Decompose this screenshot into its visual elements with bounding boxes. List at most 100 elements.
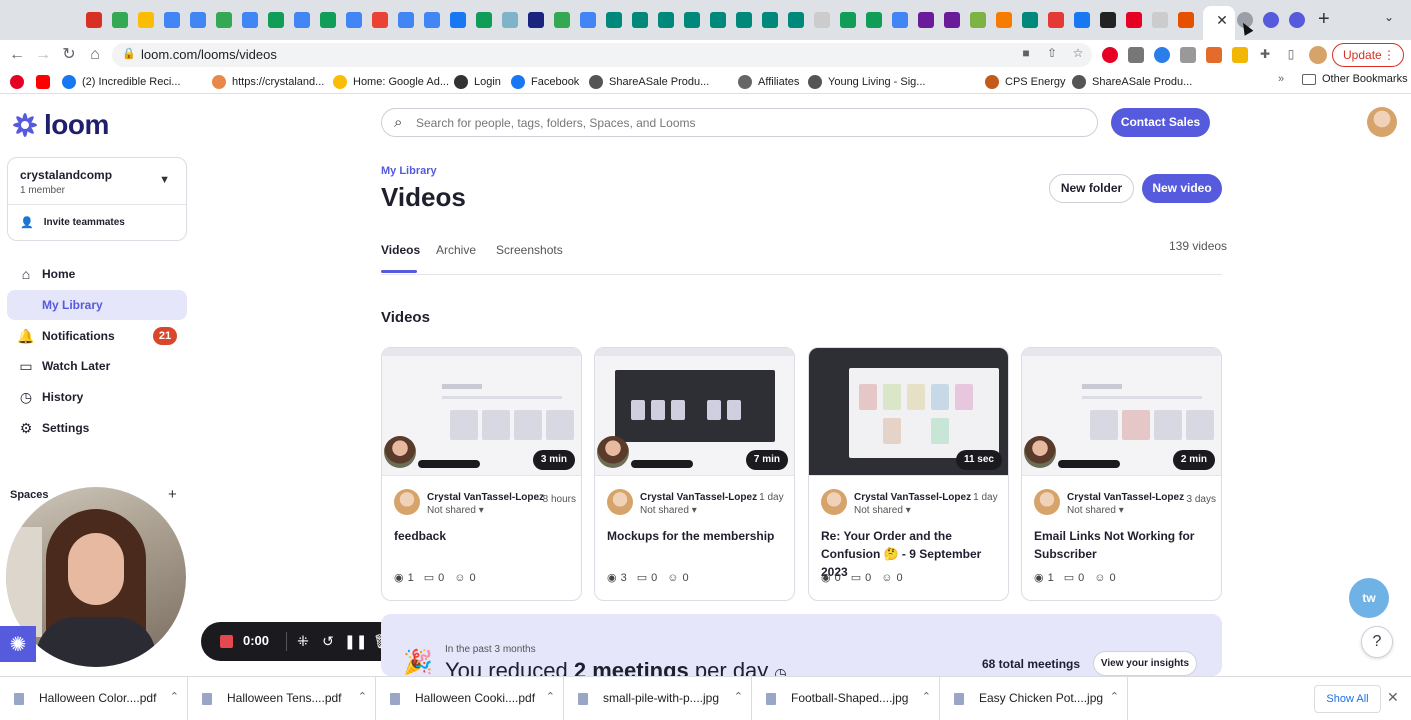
- address-bar[interactable]: 🔒 loom.com/looms/videos: [112, 43, 1092, 67]
- pinterest-bookmark-icon[interactable]: [10, 73, 30, 91]
- tab-favicon-icon[interactable]: [1152, 12, 1168, 28]
- restart-icon[interactable]: ↺: [318, 631, 338, 651]
- tab-favicon-icon[interactable]: [190, 12, 206, 28]
- youtube-bookmark-icon[interactable]: [36, 73, 56, 91]
- bookmark-item[interactable]: (2) Incredible Reci...: [62, 73, 180, 91]
- search-input[interactable]: [416, 113, 1076, 133]
- chevron-up-icon[interactable]: ⌃: [734, 690, 743, 703]
- tab-favicon-icon[interactable]: [320, 12, 336, 28]
- tab-favicon-icon[interactable]: [840, 12, 856, 28]
- tab-favicon-icon[interactable]: [216, 12, 232, 28]
- stop-recording-button[interactable]: [220, 635, 233, 648]
- sidebar-item-settings[interactable]: ⚙ Settings: [7, 413, 187, 443]
- tab-favicon-icon[interactable]: [138, 12, 154, 28]
- chevron-up-icon[interactable]: ⌃: [922, 690, 931, 703]
- video-card[interactable]: 7 min Crystal VanTassel-Lopez · 1 day No…: [594, 347, 795, 601]
- tab-archive[interactable]: Archive: [436, 243, 476, 257]
- tab-favicon-icon[interactable]: [1178, 12, 1194, 28]
- tab-search-chevron-icon[interactable]: ⌄: [1384, 10, 1394, 24]
- bookmark-item[interactable]: CPS Energy: [985, 73, 1066, 91]
- sidepanel-icon[interactable]: ▯: [1283, 46, 1299, 62]
- chevron-up-icon[interactable]: ⌃: [546, 690, 555, 703]
- drag-grid-icon[interactable]: ⁜: [293, 631, 313, 651]
- share-icon[interactable]: ⇧: [1044, 45, 1060, 61]
- bookmark-item[interactable]: https://crystaland...: [212, 73, 324, 91]
- tab-favicon-icon[interactable]: [944, 12, 960, 28]
- video-author[interactable]: Crystal VanTassel-Lopez: [854, 492, 971, 503]
- bookmark-item[interactable]: ShareASale Produ...: [589, 73, 709, 91]
- chevron-up-icon[interactable]: ⌃: [358, 690, 367, 703]
- loom-tab-icon[interactable]: [1289, 12, 1305, 28]
- tab-favicon-icon[interactable]: [814, 12, 830, 28]
- tab-favicon-icon[interactable]: [294, 12, 310, 28]
- tab-favicon-icon[interactable]: [580, 12, 596, 28]
- bookmark-star-icon[interactable]: ☆: [1070, 45, 1086, 61]
- add-space-icon[interactable]: +: [168, 486, 177, 503]
- tab-favicon-icon[interactable]: [1100, 12, 1116, 28]
- pause-icon[interactable]: ❚❚: [344, 631, 367, 651]
- video-title[interactable]: Email Links Not Working for Subscriber: [1034, 527, 1214, 563]
- close-icon[interactable]: ✕: [1387, 689, 1399, 706]
- share-status-dropdown[interactable]: Not shared ▾: [854, 505, 911, 516]
- update-button[interactable]: Update ⋮: [1332, 43, 1404, 67]
- chevron-up-icon[interactable]: ⌃: [1110, 690, 1119, 703]
- tab-favicon-icon[interactable]: [736, 12, 752, 28]
- tab-favicon-icon[interactable]: [1126, 12, 1142, 28]
- sidebar-item-notifications[interactable]: 🔔 Notifications 21: [7, 321, 187, 351]
- tab-favicon-icon[interactable]: [1022, 12, 1038, 28]
- more-menu-icon[interactable]: ⋮: [1383, 44, 1395, 66]
- tab-favicon-icon[interactable]: [606, 12, 622, 28]
- other-bookmarks[interactable]: Other Bookmarks: [1302, 73, 1408, 85]
- breadcrumb[interactable]: My Library: [381, 165, 437, 177]
- chevron-down-icon[interactable]: ▼: [159, 174, 170, 186]
- new-folder-button[interactable]: New folder: [1049, 174, 1134, 203]
- tab-favicon-icon[interactable]: [242, 12, 258, 28]
- chat-assistant-icon[interactable]: tw: [1349, 578, 1389, 618]
- back-arrow-icon[interactable]: ←: [6, 44, 28, 66]
- extension-icon[interactable]: [1232, 47, 1248, 63]
- home-icon[interactable]: ⌂: [84, 44, 106, 66]
- tab-favicon-icon[interactable]: [398, 12, 414, 28]
- tab-favicon-icon[interactable]: [112, 12, 128, 28]
- extension-icon[interactable]: [1154, 47, 1170, 63]
- user-avatar[interactable]: [1367, 107, 1397, 137]
- new-video-button[interactable]: New video: [1142, 174, 1222, 203]
- bookmark-item[interactable]: Facebook: [511, 73, 579, 91]
- contact-sales-button[interactable]: Contact Sales: [1111, 108, 1210, 137]
- loom-recorder-icon[interactable]: ✺: [0, 626, 36, 662]
- share-status-dropdown[interactable]: Not shared ▾: [1067, 505, 1124, 516]
- camera-icon[interactable]: ■: [1018, 45, 1034, 61]
- extension-icon[interactable]: [1206, 47, 1222, 63]
- tab-favicon-icon[interactable]: [554, 12, 570, 28]
- tab-favicon-icon[interactable]: [658, 12, 674, 28]
- bookmark-item[interactable]: Affiliates: [738, 73, 799, 91]
- sidebar-item-my-library[interactable]: My Library: [7, 290, 187, 320]
- bookmark-item[interactable]: Home: Google Ad...: [333, 73, 449, 91]
- help-icon[interactable]: ?: [1361, 626, 1393, 658]
- pinterest-extension-icon[interactable]: [1102, 47, 1118, 63]
- share-status-dropdown[interactable]: Not shared ▾: [640, 505, 697, 516]
- tab-favicon-icon[interactable]: [346, 12, 362, 28]
- show-all-downloads-button[interactable]: Show All: [1314, 685, 1381, 713]
- video-author[interactable]: Crystal VanTassel-Lopez: [640, 492, 757, 503]
- tab-favicon-icon[interactable]: [788, 12, 804, 28]
- video-title[interactable]: Mockups for the membership: [607, 527, 787, 545]
- video-thumbnail[interactable]: 2 min: [1022, 348, 1221, 476]
- tab-favicon-icon[interactable]: [684, 12, 700, 28]
- sidebar-item-home[interactable]: ⌂ Home: [7, 259, 187, 289]
- reload-icon[interactable]: ↻: [58, 44, 80, 66]
- download-item[interactable]: Halloween Color....pdf ⌃: [0, 677, 188, 720]
- download-item[interactable]: small-pile-with-p....jpg ⌃: [564, 677, 752, 720]
- tab-favicon-icon[interactable]: [710, 12, 726, 28]
- video-thumbnail[interactable]: 3 min: [382, 348, 581, 476]
- profile-avatar[interactable]: [1309, 46, 1327, 64]
- tab-favicon-icon[interactable]: [476, 12, 492, 28]
- tab-favicon-icon[interactable]: [86, 12, 102, 28]
- video-title[interactable]: feedback: [394, 527, 574, 545]
- tab-favicon-icon[interactable]: [970, 12, 986, 28]
- sidebar-item-history[interactable]: ◷ History: [7, 382, 187, 412]
- chevron-up-icon[interactable]: ⌃: [170, 690, 179, 703]
- bookmark-item[interactable]: Young Living - Sig...: [808, 73, 925, 91]
- bookmarks-overflow-icon[interactable]: »: [1278, 73, 1284, 85]
- tab-favicon-icon[interactable]: [632, 12, 648, 28]
